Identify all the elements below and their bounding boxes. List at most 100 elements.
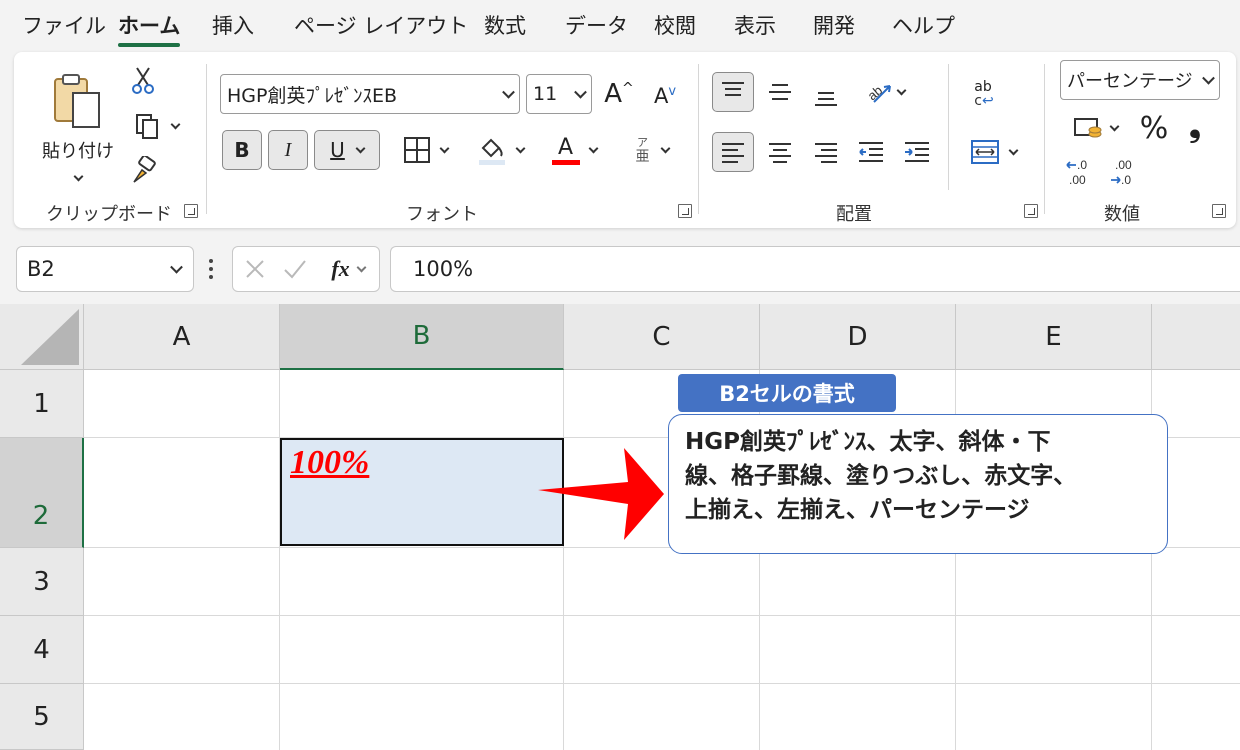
chevron-down-icon <box>439 143 449 153</box>
wrap-text-icon: ab c↩ <box>974 79 994 109</box>
group-divider <box>1044 64 1045 214</box>
tab-help[interactable]: ヘルプ <box>892 10 955 44</box>
callout-line-1: HGP創英ﾌﾟﾚｾﾞﾝｽ、太字、斜体・下 <box>685 429 1051 455</box>
fill-color-button[interactable] <box>470 132 530 168</box>
tab-data[interactable]: データ <box>565 10 628 44</box>
select-all-corner[interactable] <box>0 304 84 370</box>
decrease-decimal-icon: .00 .0 <box>1111 158 1132 187</box>
increase-decimal-button[interactable]: .0 .00 <box>1062 154 1098 190</box>
percent-style-button[interactable]: % <box>1138 108 1170 148</box>
chevron-down-icon <box>574 85 587 99</box>
phonetic-button[interactable]: ア 亜 <box>624 130 680 170</box>
name-box[interactable]: B2 <box>16 246 194 292</box>
borders-button[interactable] <box>394 132 456 168</box>
right-align-button[interactable] <box>808 134 844 170</box>
font-color-button[interactable]: A <box>544 130 604 170</box>
align-right-icon <box>815 143 837 163</box>
tab-developer[interactable]: 開発 <box>813 10 855 44</box>
decrease-decimal-button[interactable]: .00 .0 <box>1106 154 1142 190</box>
orientation-button[interactable]: ab <box>854 74 914 110</box>
row-header-2[interactable]: 2 <box>0 438 84 548</box>
increase-indent-button[interactable] <box>898 134 936 170</box>
align-middle-icon <box>769 84 791 100</box>
borders-icon <box>403 137 430 163</box>
bold-button[interactable]: B <box>222 130 262 170</box>
column-header-b[interactable]: B <box>280 304 564 370</box>
paste-icon <box>54 73 100 128</box>
decrease-indent-button[interactable] <box>852 134 890 170</box>
alignment-launcher-icon[interactable] <box>1024 204 1038 218</box>
middle-align-button[interactable] <box>762 74 798 110</box>
font-color-icon: A <box>551 134 580 165</box>
merge-center-button[interactable] <box>960 134 1026 170</box>
tab-page-layout[interactable]: ページ レイアウト <box>294 10 468 44</box>
accounting-format-button[interactable] <box>1062 110 1128 146</box>
cancel-icon[interactable] <box>239 253 271 285</box>
clipboard-launcher-icon[interactable] <box>184 204 198 218</box>
tab-home[interactable]: ホーム <box>118 10 181 47</box>
italic-button[interactable]: I <box>268 130 308 170</box>
align-top-icon <box>722 82 744 96</box>
format-painter-button[interactable] <box>128 154 158 186</box>
copy-button[interactable] <box>126 110 186 142</box>
ribbon: 貼り付け クリップボード HGP創英ﾌﾟﾚｾﾞﾝｽEB 11 A^ Av B I… <box>14 52 1236 228</box>
chevron-down-icon <box>896 85 906 95</box>
cut-button[interactable] <box>128 64 158 96</box>
left-align-button[interactable] <box>712 132 754 172</box>
column-header-d[interactable]: D <box>760 304 956 370</box>
copy-icon <box>135 114 158 139</box>
callout-title: B2セルの書式 <box>678 374 896 412</box>
chevron-down-icon <box>73 171 83 181</box>
insert-function-button[interactable]: fx <box>321 253 375 285</box>
enter-check-icon[interactable] <box>279 253 311 285</box>
number-format-select[interactable]: パーセンテージ <box>1060 60 1220 100</box>
tab-insert[interactable]: 挿入 <box>212 10 254 44</box>
top-align-button[interactable] <box>712 72 754 112</box>
increase-font-size-button[interactable]: A^ <box>602 76 636 112</box>
chevron-down-icon <box>515 143 525 153</box>
chevron-down-icon <box>588 143 598 153</box>
column-a-cells[interactable] <box>84 370 280 750</box>
center-align-button[interactable] <box>762 134 798 170</box>
underline-button[interactable]: U <box>314 130 380 170</box>
comma-style-button[interactable]: ❟ <box>1180 106 1210 146</box>
tab-formulas[interactable]: 数式 <box>484 10 526 44</box>
font-size-value: 11 <box>533 83 558 105</box>
row-header-5[interactable]: 5 <box>0 684 84 750</box>
row-header-3[interactable]: 3 <box>0 548 84 616</box>
formula-input[interactable]: 100% <box>390 246 1240 292</box>
tab-review[interactable]: 校閲 <box>654 10 696 44</box>
column-b-cells[interactable] <box>280 370 564 750</box>
bottom-align-button[interactable] <box>808 78 844 114</box>
increase-decimal-icon: .0 .00 <box>1066 158 1087 187</box>
row-line <box>84 615 1240 616</box>
cell-b2[interactable]: 100% <box>280 438 564 546</box>
increase-indent-icon <box>905 142 929 162</box>
decrease-font-size-button[interactable]: Av <box>648 78 682 114</box>
column-header-f[interactable] <box>1152 304 1240 370</box>
comma-icon: ❟ <box>1189 108 1201 144</box>
formula-value: 100% <box>413 257 474 281</box>
percent-icon: % <box>1139 110 1169 146</box>
font-size-select[interactable]: 11 <box>526 74 592 114</box>
chevron-down-icon <box>356 262 367 272</box>
font-color-letter: A <box>557 134 574 160</box>
group-divider <box>948 64 949 190</box>
formula-bar-handle[interactable] <box>198 254 224 284</box>
column-header-a[interactable]: A <box>84 304 280 370</box>
row-header-1[interactable]: 1 <box>0 370 84 438</box>
wrap-text-button[interactable]: ab c↩ <box>962 74 1006 114</box>
chevron-down-icon <box>355 143 366 153</box>
chevron-down-icon <box>1109 121 1119 131</box>
row-header-4[interactable]: 4 <box>0 616 84 684</box>
number-launcher-icon[interactable] <box>1212 204 1226 218</box>
column-header-e[interactable]: E <box>956 304 1152 370</box>
tab-file[interactable]: ファイル <box>22 10 106 44</box>
tab-view[interactable]: 表示 <box>734 10 776 44</box>
number-format-value: パーセンテージ <box>1067 71 1193 92</box>
callout-line-3: 上揃え、左揃え、パーセンテージ <box>685 497 1030 523</box>
paste-button[interactable]: 貼り付け <box>40 66 116 186</box>
font-launcher-icon[interactable] <box>678 204 692 218</box>
font-name-select[interactable]: HGP創英ﾌﾟﾚｾﾞﾝｽEB <box>220 74 520 114</box>
column-header-c[interactable]: C <box>564 304 760 370</box>
